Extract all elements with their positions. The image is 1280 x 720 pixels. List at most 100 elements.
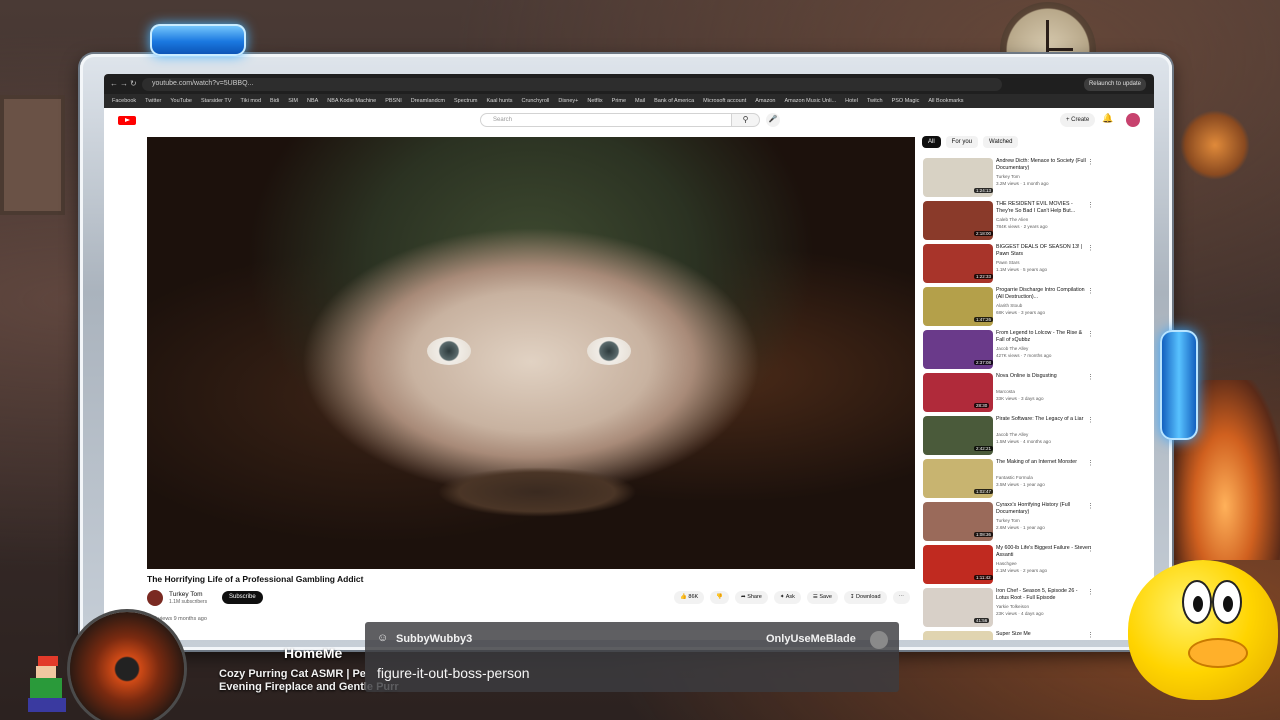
recommended-video-title[interactable]: THE RESIDENT EVIL MOVIES - They're So Ba… (996, 201, 1091, 215)
bookmark-item[interactable]: Spectrum (454, 94, 478, 108)
bookmark-item[interactable]: Tiki mod (240, 94, 261, 108)
bookmark-item[interactable]: Microsoft account (703, 94, 746, 108)
recommended-video-stats: 427K views · 7 months ago (996, 352, 1052, 358)
bookmark-item[interactable]: Hotel (845, 94, 858, 108)
bookmark-item[interactable]: Mail (635, 94, 645, 108)
recommended-video[interactable]: 2:18:00 THE RESIDENT EVIL MOVIES - They'r… (923, 201, 1103, 244)
more-options-icon[interactable]: ⋮ (1087, 502, 1094, 510)
back-arrow-icon[interactable]: ← (110, 79, 118, 88)
recommended-video[interactable]: 1:08:36 Cyraxx's Horrifying History (Full… (923, 502, 1103, 545)
chat-right-avatar (870, 631, 888, 649)
search-input[interactable]: Search (480, 113, 732, 127)
bookmark-item[interactable]: Dreamlandcm (411, 94, 445, 108)
recommended-video[interactable]: 2:37:08 From Legend to Lolcow - The Rise … (923, 330, 1103, 373)
pixel-character-decoration (24, 656, 70, 714)
recommended-video[interactable]: 1:47:26 Progarrie Discharge Intro Compila… (923, 287, 1103, 330)
download-button[interactable]: ↧ Download (843, 591, 887, 604)
ask-button[interactable]: ✦ Ask (773, 591, 801, 604)
recommended-video[interactable]: 1:11:42 My 600-lb Life's Biggest Failure … (923, 545, 1103, 588)
bookmark-item[interactable]: All Bookmarks (928, 94, 963, 108)
share-button[interactable]: ➦ Share (735, 591, 768, 604)
recommended-video[interactable]: 1:22:33 BIGGEST DEALS OF SEASON 13! | Paw… (923, 244, 1103, 287)
recommended-video[interactable]: 1:24:13 Andrew Dicth: Menace to Society (… (923, 158, 1103, 201)
now-playing-disc (70, 612, 184, 720)
like-button[interactable]: 👍 86K (674, 591, 705, 604)
bookmark-item[interactable]: Bidi (270, 94, 279, 108)
bookmark-item[interactable]: PSO Magic (892, 94, 920, 108)
recommended-video-title[interactable]: Cyraxx's Horrifying History (Full Docume… (996, 502, 1091, 516)
recommended-video-stats: 1.1M views · 5 years ago (996, 266, 1048, 272)
bookmark-item[interactable]: Bank of America (654, 94, 694, 108)
recommended-video-title[interactable]: Pirate Software: The Legacy of a Liar (996, 416, 1091, 430)
recommended-video-title[interactable]: The Making of an Internet Monster (996, 459, 1091, 473)
recommended-video[interactable]: Super Size Me ⋮ (923, 631, 1103, 640)
recommended-video-title[interactable]: BIGGEST DEALS OF SEASON 13! | Pawn Stars (996, 244, 1091, 258)
recommended-video-title[interactable]: Andrew Dicth: Menace to Society (Full Do… (996, 158, 1091, 172)
channel-name[interactable]: Turkey Tom (169, 591, 203, 598)
recommended-video-meta: Alarith Stoub 68K views · 3 years ago (996, 303, 1091, 316)
filter-chip[interactable]: All (922, 136, 941, 148)
recommended-video[interactable]: 2:42:21 Pirate Software: The Legacy of a … (923, 416, 1103, 459)
more-options-icon[interactable]: ⋮ (1087, 244, 1094, 252)
bookmark-item[interactable]: Facebook (112, 94, 136, 108)
more-options-icon[interactable]: ⋮ (1087, 158, 1094, 166)
more-options-icon[interactable]: ⋮ (1087, 287, 1094, 295)
bookmark-item[interactable]: Amazon Music Unli... (784, 94, 836, 108)
dislike-button[interactable]: 👎 (710, 591, 730, 604)
more-options-icon[interactable]: ⋮ (1087, 545, 1094, 553)
more-options-icon[interactable]: ⋮ (1087, 416, 1094, 424)
bookmark-item[interactable]: NBA (307, 94, 318, 108)
account-avatar[interactable] (1126, 113, 1140, 127)
bird-eye (1212, 580, 1242, 624)
bookmark-item[interactable]: PBSNI (385, 94, 402, 108)
more-options-icon[interactable]: ⋮ (1087, 588, 1094, 596)
bookmark-item[interactable]: NBA Kodie Machine (327, 94, 376, 108)
recommended-video-meta: Haschgee 2.1M views · 2 years ago (996, 561, 1091, 574)
recommended-video-title[interactable]: Progarrie Discharge Intro Compilation (A… (996, 287, 1091, 301)
bookmark-item[interactable]: Prime (612, 94, 626, 108)
youtube-logo-icon[interactable] (118, 116, 136, 125)
recommended-video-title[interactable]: My 600-lb Life's Biggest Failure - Steve… (996, 545, 1091, 559)
pixel-character-part (38, 656, 58, 666)
reload-icon[interactable]: ↻ (130, 79, 137, 88)
recommended-video-title[interactable]: From Legend to Lolcow - The Rise & Fall … (996, 330, 1091, 344)
video-thumbnail[interactable] (923, 631, 993, 640)
video-frame-detail (437, 467, 637, 517)
save-button[interactable]: ☰ Save (806, 591, 838, 604)
more-options-icon[interactable]: ⋮ (1087, 631, 1094, 639)
subscribe-button[interactable]: Subscribe (222, 591, 263, 604)
bookmark-item[interactable]: Netflix (587, 94, 602, 108)
video-player[interactable] (147, 137, 915, 569)
bookmark-item[interactable]: Amazon (755, 94, 775, 108)
bookmark-item[interactable]: Twitch (867, 94, 883, 108)
forward-arrow-icon[interactable]: → (120, 79, 128, 88)
bookmark-item[interactable]: Crunchyroll (522, 94, 550, 108)
more-options-icon[interactable]: ⋮ (1087, 201, 1094, 209)
bookmark-item[interactable]: Kaal hunts (487, 94, 513, 108)
filter-chip[interactable]: Watched (983, 136, 1019, 148)
recommended-video-title[interactable]: Nova Online is Disgusting (996, 373, 1091, 387)
yellow-bird-mascot (1128, 550, 1280, 720)
recommended-video-title[interactable]: Super Size Me (996, 631, 1091, 640)
create-button[interactable]: + Create (1060, 113, 1096, 127)
address-bar[interactable] (142, 78, 1002, 91)
bookmark-item[interactable]: Starsider TV (201, 94, 231, 108)
more-options-icon[interactable]: ⋮ (1087, 330, 1094, 338)
recommended-video[interactable]: 1:02:47 The Making of an Internet Monster… (923, 459, 1103, 502)
notifications-bell-icon[interactable]: 🔔 (1102, 113, 1113, 124)
filter-chip[interactable]: For you (945, 136, 979, 148)
recommended-video[interactable]: 28:30 Nova Online is Disgusting Marcosta 33… (923, 373, 1103, 416)
bookmark-item[interactable]: Twitter (145, 94, 161, 108)
channel-avatar[interactable] (147, 590, 163, 606)
microphone-icon[interactable]: 🎤 (766, 113, 780, 127)
bookmark-item[interactable]: SIM (288, 94, 298, 108)
relaunch-button[interactable]: Relaunch to update (1083, 78, 1146, 91)
search-icon[interactable]: ⚲ (732, 113, 760, 127)
more-options-icon[interactable]: ⋯ (892, 591, 911, 604)
recommended-video-title[interactable]: Iron Chef - Season 5, Episode 26 - Lotus… (996, 588, 1091, 602)
recommended-video[interactable]: 41:56 Iron Chef - Season 5, Episode 26 - … (923, 588, 1103, 631)
more-options-icon[interactable]: ⋮ (1087, 373, 1094, 381)
more-options-icon[interactable]: ⋮ (1087, 459, 1094, 467)
bookmark-item[interactable]: Disney+ (558, 94, 578, 108)
bookmark-item[interactable]: YouTube (170, 94, 192, 108)
